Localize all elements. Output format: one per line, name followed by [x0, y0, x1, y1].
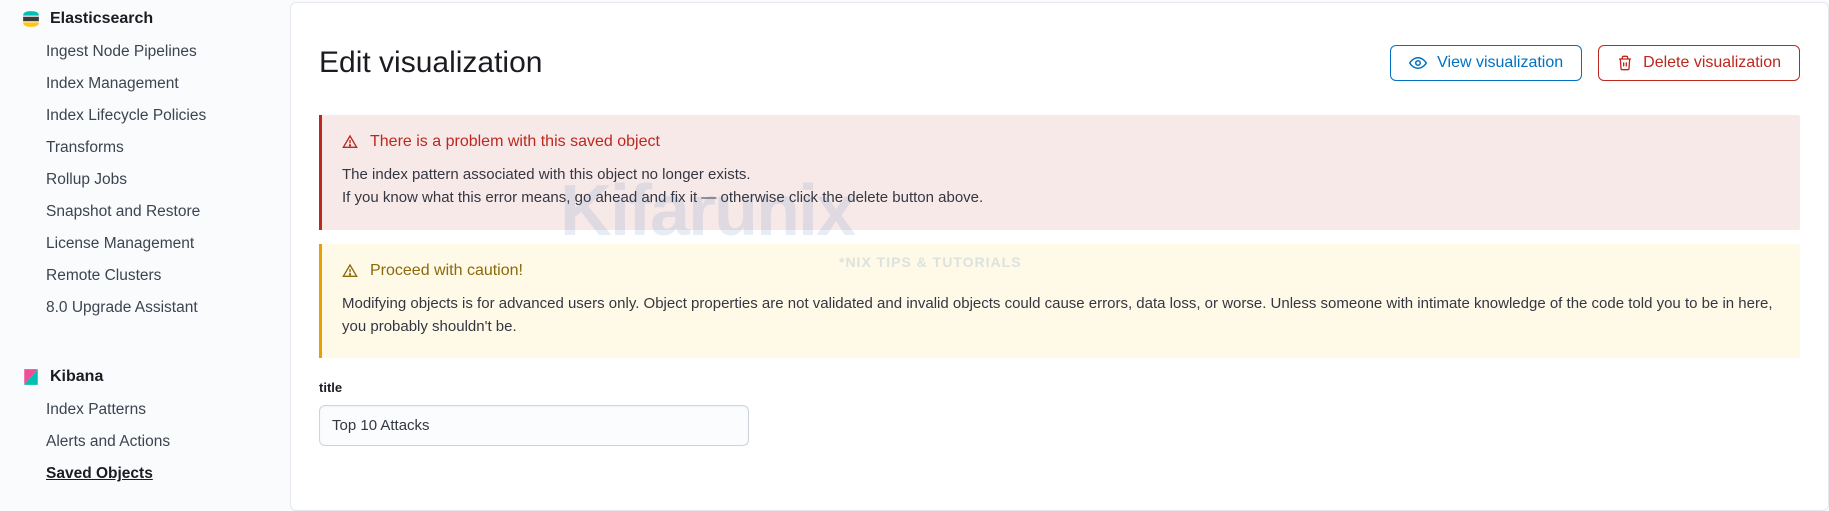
field-title: title [319, 380, 1800, 446]
callout-error: There is a problem with this saved objec… [319, 115, 1800, 230]
section-label: Elasticsearch [50, 10, 153, 28]
sidebar-item-alerts-actions[interactable]: Alerts and Actions [20, 426, 290, 458]
section-label: Kibana [50, 368, 103, 386]
callout-title-text: Proceed with caution! [370, 262, 523, 280]
header-actions: View visualization Delete visualization [1390, 45, 1800, 81]
sidebar-item-saved-objects[interactable]: Saved Objects [20, 458, 290, 490]
sidebar-item-ilm[interactable]: Index Lifecycle Policies [20, 100, 290, 132]
field-label-title: title [319, 380, 1800, 395]
elasticsearch-icon [22, 10, 40, 28]
section-header-elasticsearch: Elasticsearch [20, 4, 290, 36]
section-header-kibana: Kibana [20, 362, 290, 394]
sidebar: Elasticsearch Ingest Node Pipelines Inde… [0, 0, 290, 511]
sidebar-item-license[interactable]: License Management [20, 228, 290, 260]
sidebar-item-ingest-pipelines[interactable]: Ingest Node Pipelines [20, 36, 290, 68]
button-label: Delete visualization [1643, 54, 1781, 72]
page-title: Edit visualization [319, 46, 542, 80]
sidebar-item-remote-clusters[interactable]: Remote Clusters [20, 260, 290, 292]
alert-icon [342, 134, 358, 150]
kibana-icon [22, 368, 40, 386]
main-panel: Edit visualization View visualization De… [290, 2, 1829, 511]
page-header: Edit visualization View visualization De… [291, 3, 1828, 115]
delete-visualization-button[interactable]: Delete visualization [1598, 45, 1800, 81]
callout-title-text: There is a problem with this saved objec… [370, 133, 660, 151]
sidebar-item-rollup[interactable]: Rollup Jobs [20, 164, 290, 196]
sidebar-item-upgrade-assistant[interactable]: 8.0 Upgrade Assistant [20, 292, 290, 324]
trash-icon [1617, 55, 1633, 71]
alert-icon [342, 263, 358, 279]
view-visualization-button[interactable]: View visualization [1390, 45, 1582, 81]
sidebar-item-transforms[interactable]: Transforms [20, 132, 290, 164]
sidebar-item-snapshot-restore[interactable]: Snapshot and Restore [20, 196, 290, 228]
sidebar-item-index-management[interactable]: Index Management [20, 68, 290, 100]
callout-warning-body: Modifying objects is for advanced users … [342, 292, 1780, 339]
callout-warning: Proceed with caution! Modifying objects … [319, 244, 1800, 359]
eye-icon [1409, 54, 1427, 72]
button-label: View visualization [1437, 54, 1563, 72]
callout-error-body: The index pattern associated with this o… [342, 163, 1780, 210]
title-input[interactable] [319, 405, 749, 446]
sidebar-item-index-patterns[interactable]: Index Patterns [20, 394, 290, 426]
